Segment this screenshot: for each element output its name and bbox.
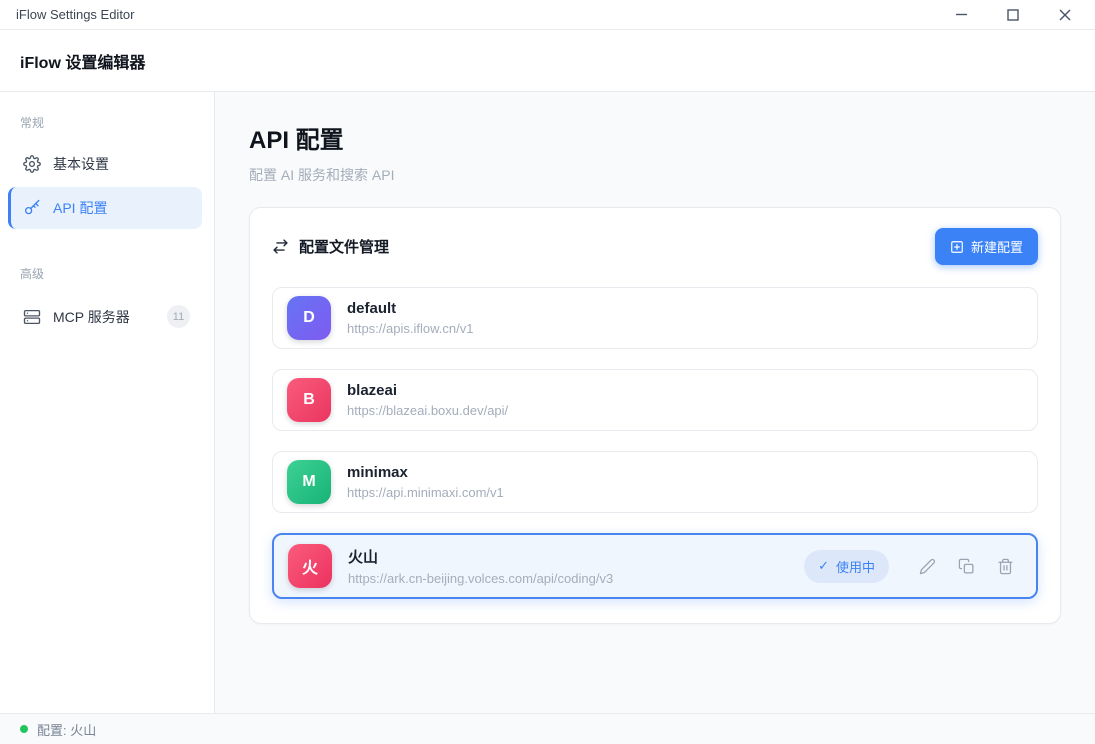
status-dot-icon [20, 725, 28, 733]
edit-button[interactable] [919, 558, 936, 575]
key-icon [23, 199, 41, 217]
swap-arrows-icon [272, 238, 289, 255]
plus-square-icon [950, 240, 964, 254]
profile-name: default [347, 300, 1023, 317]
minimize-button[interactable] [935, 0, 987, 29]
pencil-icon [919, 558, 936, 575]
sidebar: 常规 基本设置 API 配置 高级 MCP 服务器 11 [0, 92, 215, 713]
trash-icon [997, 558, 1014, 575]
sidebar-spacer [0, 231, 214, 253]
profile-manager-card: 配置文件管理 新建配置 D default https://apis.iflow… [249, 207, 1061, 624]
avatar: D [287, 296, 331, 340]
delete-button[interactable] [997, 558, 1014, 575]
app-title: iFlow 设置编辑器 [20, 49, 145, 73]
status-text: 配置: 火山 [37, 720, 96, 739]
avatar: M [287, 460, 331, 504]
minimize-icon [955, 8, 968, 21]
app-window: iFlow Settings Editor iFlow 设置编辑器 常规 [0, 0, 1095, 744]
profile-info: blazeai https://blazeai.boxu.dev/api/ [347, 382, 1023, 418]
profile-row-default[interactable]: D default https://apis.iflow.cn/v1 [272, 287, 1038, 349]
profile-name: blazeai [347, 382, 1023, 399]
sidebar-section-general: 常规 [0, 102, 214, 141]
server-icon [23, 308, 41, 326]
new-config-button-label: 新建配置 [971, 237, 1023, 256]
profile-name: 火山 [348, 546, 788, 567]
app-header: iFlow 设置编辑器 [0, 30, 1095, 92]
profile-name: minimax [347, 464, 1023, 481]
profile-url: https://api.minimaxi.com/v1 [347, 485, 1023, 500]
avatar: 火 [288, 544, 332, 588]
window-title: iFlow Settings Editor [0, 7, 935, 22]
profile-info: default https://apis.iflow.cn/v1 [347, 300, 1023, 336]
card-title-label: 配置文件管理 [299, 236, 389, 257]
avatar: B [287, 378, 331, 422]
card-header: 配置文件管理 新建配置 [272, 228, 1038, 265]
page-title: API 配置 [249, 120, 1061, 155]
check-icon: ✓ [818, 558, 829, 574]
sidebar-section-advanced: 高级 [0, 253, 214, 292]
profile-list: D default https://apis.iflow.cn/v1 B bla… [272, 287, 1038, 599]
profile-row-blazeai[interactable]: B blazeai https://blazeai.boxu.dev/api/ [272, 369, 1038, 431]
close-icon [1059, 9, 1071, 21]
in-use-badge-label: 使用中 [836, 557, 875, 576]
statusbar: 配置: 火山 [0, 713, 1095, 744]
sidebar-item-label: 基本设置 [53, 154, 190, 174]
profile-info: minimax https://api.minimaxi.com/v1 [347, 464, 1023, 500]
gear-icon [23, 155, 41, 173]
maximize-icon [1007, 9, 1019, 21]
titlebar: iFlow Settings Editor [0, 0, 1095, 30]
profile-url: https://ark.cn-beijing.volces.com/api/co… [348, 571, 788, 586]
profile-row-huoshan[interactable]: 火 火山 https://ark.cn-beijing.volces.com/a… [272, 533, 1038, 599]
sidebar-item-basic-settings[interactable]: 基本设置 [8, 143, 202, 185]
sidebar-item-label: API 配置 [53, 198, 190, 218]
close-button[interactable] [1039, 0, 1091, 29]
sidebar-item-label: MCP 服务器 [53, 307, 155, 327]
card-title: 配置文件管理 [272, 236, 389, 257]
window-controls [935, 0, 1095, 29]
copy-icon [958, 558, 975, 575]
row-actions [919, 558, 1014, 575]
in-use-badge: ✓ 使用中 [804, 550, 889, 583]
main-content: API 配置 配置 AI 服务和搜索 API 配置文件管理 新建配置 [215, 92, 1095, 713]
copy-button[interactable] [958, 558, 975, 575]
mcp-count-badge: 11 [167, 305, 190, 328]
profile-info: 火山 https://ark.cn-beijing.volces.com/api… [348, 546, 788, 586]
maximize-button[interactable] [987, 0, 1039, 29]
body: 常规 基本设置 API 配置 高级 MCP 服务器 11 [0, 92, 1095, 713]
profile-row-minimax[interactable]: M minimax https://api.minimaxi.com/v1 [272, 451, 1038, 513]
sidebar-item-api-config[interactable]: API 配置 [8, 187, 202, 229]
page-subtitle: 配置 AI 服务和搜索 API [249, 165, 1061, 185]
profile-url: https://blazeai.boxu.dev/api/ [347, 403, 1023, 418]
sidebar-item-mcp-servers[interactable]: MCP 服务器 11 [8, 294, 202, 339]
new-config-button[interactable]: 新建配置 [935, 228, 1038, 265]
profile-url: https://apis.iflow.cn/v1 [347, 321, 1023, 336]
